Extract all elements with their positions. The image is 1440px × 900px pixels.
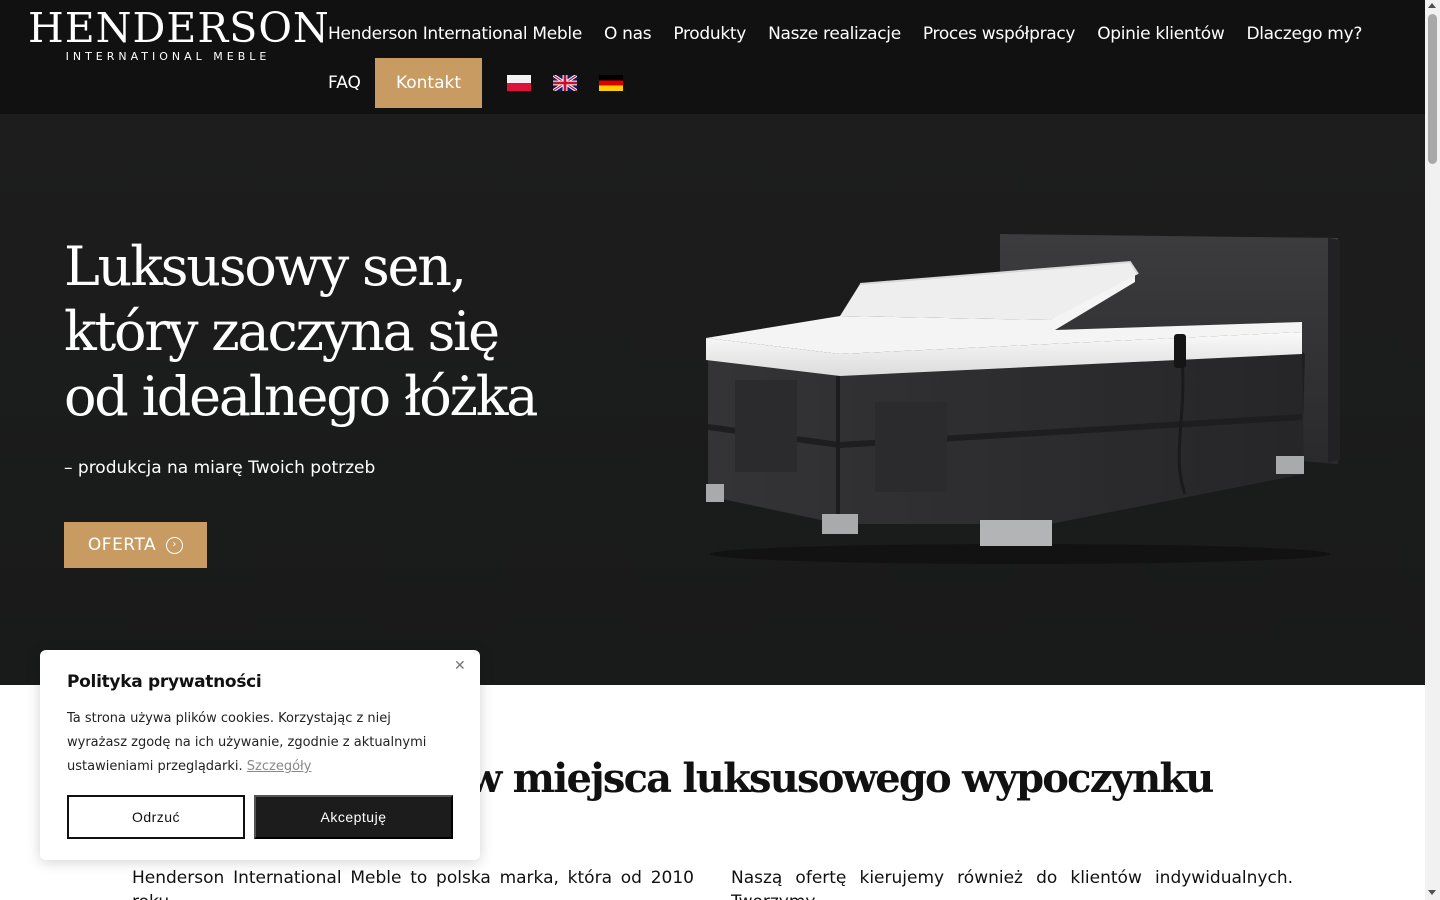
scroll-down-icon[interactable]: [1428, 890, 1436, 895]
nav-link-home[interactable]: Henderson International Meble: [320, 14, 590, 54]
flag-pl-icon[interactable]: [507, 75, 532, 91]
hero-title-line: który zaczyna się: [64, 300, 500, 363]
offer-button[interactable]: OFERTA ›: [64, 522, 207, 568]
nav-link-products[interactable]: Produkty: [665, 14, 754, 54]
hero-section: Luksusowy sen, który zaczyna się od idea…: [0, 114, 1425, 685]
hero-title: Luksusowy sen, który zaczyna się od idea…: [64, 234, 624, 429]
hero-title-line: Luksusowy sen,: [64, 235, 467, 298]
logo[interactable]: HENDERSON INTERNATIONAL MEBLE: [28, 4, 330, 64]
secondary-nav: FAQ Kontakt: [320, 58, 634, 108]
contact-button[interactable]: Kontakt: [374, 58, 483, 108]
cookie-text: Ta strona używa plików cookies. Korzysta…: [67, 707, 447, 779]
adjustable-bed-image: [706, 234, 1340, 564]
hero-subtitle: – produkcja na miarę Twoich potrzeb: [64, 458, 376, 478]
nav-link-process[interactable]: Proces współpracy: [915, 14, 1083, 54]
cookie-title: Polityka prywatności: [67, 672, 262, 692]
intro-paragraph-left: Henderson International Meble to polska …: [132, 868, 694, 900]
intro-paragraph-right: Naszą ofertę kierujemy również do klient…: [731, 868, 1293, 900]
scrollbar[interactable]: [1425, 0, 1440, 900]
main-nav: Henderson International Meble O nas Prod…: [320, 14, 1376, 54]
nav-link-reviews[interactable]: Opinie klientów: [1089, 14, 1232, 54]
scroll-thumb[interactable]: [1428, 14, 1437, 164]
offer-button-label: OFERTA: [87, 535, 157, 555]
nav-link-about[interactable]: O nas: [596, 14, 659, 54]
nav-link-realizations[interactable]: Nasze realizacje: [760, 14, 909, 54]
reject-button[interactable]: Odrzuć: [67, 795, 245, 839]
site-header: HENDERSON INTERNATIONAL MEBLE Henderson …: [0, 0, 1425, 114]
flag-uk-icon[interactable]: [553, 75, 578, 91]
nav-link-faq[interactable]: FAQ: [320, 63, 369, 103]
chevron-right-icon: ›: [166, 536, 184, 554]
scroll-up-icon[interactable]: [1428, 3, 1436, 8]
close-icon[interactable]: ✕: [454, 659, 466, 673]
flag-de-icon[interactable]: [599, 75, 624, 91]
accept-button[interactable]: Akceptuję: [254, 795, 453, 839]
nav-link-why-us[interactable]: Dlaczego my?: [1238, 14, 1370, 54]
cookie-banner: Polityka prywatności ✕ Ta strona używa p…: [40, 650, 480, 860]
logo-sub-text: INTERNATIONAL MEBLE: [65, 50, 271, 63]
logo-main-text: HENDERSON: [28, 4, 330, 52]
cookie-details-link[interactable]: Szczegóły: [247, 759, 312, 774]
hero-title-line: od idealnego łóżka: [64, 365, 538, 428]
